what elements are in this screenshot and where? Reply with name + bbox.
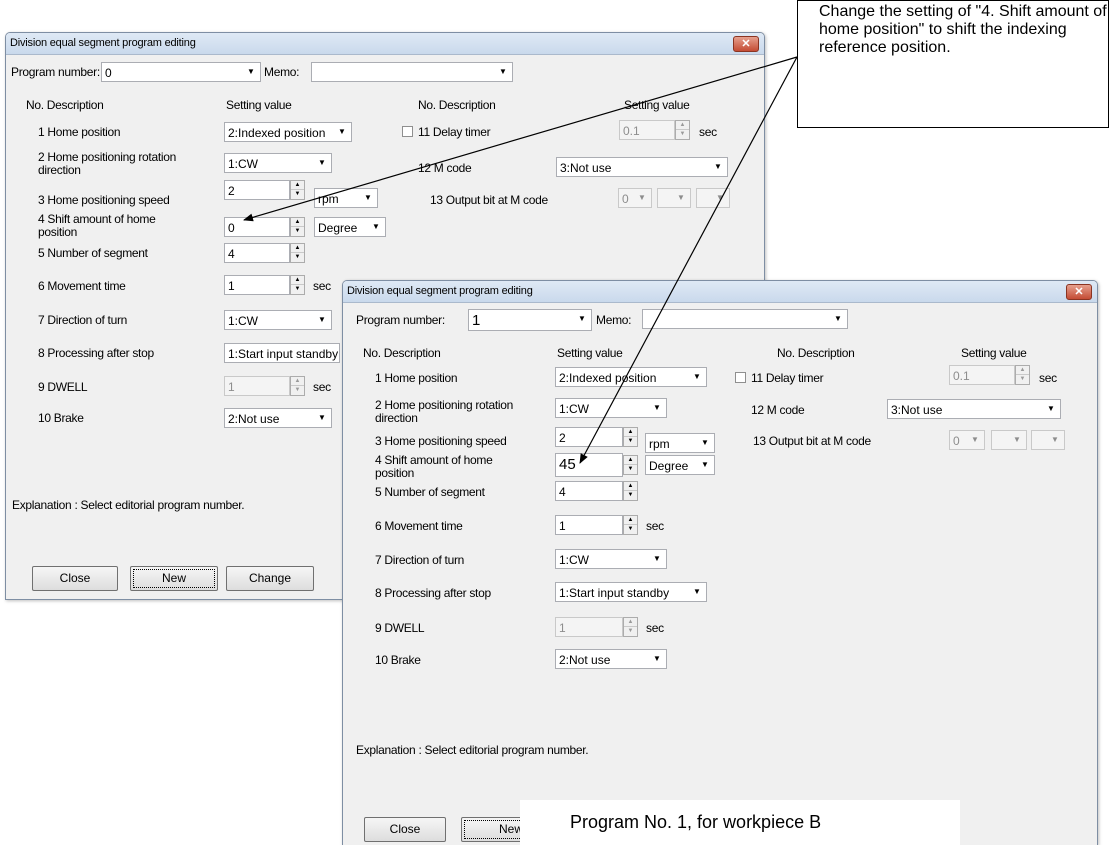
arrow-to-front-shift-amount xyxy=(579,56,798,464)
arrow-to-back-shift-amount xyxy=(243,56,798,222)
annotation-arrows xyxy=(243,56,798,464)
